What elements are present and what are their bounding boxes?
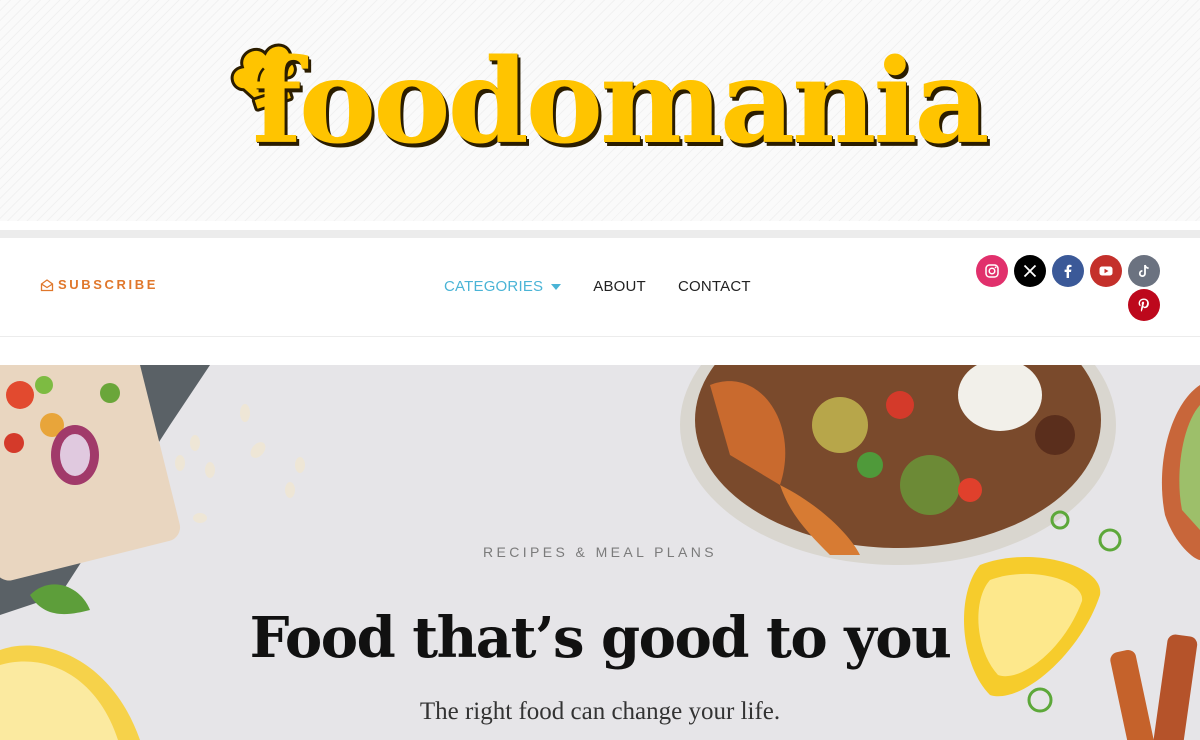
menu: CATEGORIES ABOUT CONTACT (444, 278, 783, 295)
facebook-link[interactable] (1052, 255, 1084, 287)
site-logo[interactable]: foodomania (226, 34, 990, 198)
x-icon (1023, 264, 1037, 278)
facebook-icon (1064, 264, 1072, 278)
instagram-icon (985, 264, 999, 278)
hero-headline: Food that’s good to you (249, 605, 952, 671)
menu-item-categories[interactable]: CATEGORIES (444, 278, 562, 295)
pinterest-link[interactable] (1128, 289, 1160, 321)
menu-item-contact[interactable]: CONTACT (678, 278, 751, 295)
header-divider (0, 230, 1200, 238)
main-navigation: SUBSCRIBE CATEGORIES ABOUT CONTACT (0, 238, 1200, 337)
subscribe-label: SUBSCRIBE (58, 277, 158, 292)
envelope-icon (40, 278, 54, 291)
chevron-down-icon (551, 283, 562, 290)
hero-banner: RECIPES & MEAL PLANS Food that’s good to… (0, 365, 1200, 740)
hero-eyebrow: RECIPES & MEAL PLANS (483, 544, 717, 560)
menu-item-label: CATEGORIES (444, 278, 544, 295)
instagram-link[interactable] (976, 255, 1008, 287)
menu-item-about[interactable]: ABOUT (593, 278, 646, 295)
x-link[interactable] (1014, 255, 1046, 287)
header-banner: foodomania (0, 0, 1200, 221)
youtube-link[interactable] (1090, 255, 1122, 287)
subscribe-link[interactable]: SUBSCRIBE (40, 277, 158, 292)
hero-subline: The right food can change your life. (419, 698, 781, 725)
pinterest-icon (1138, 298, 1149, 312)
tiktok-icon (1138, 264, 1149, 277)
youtube-icon (1099, 266, 1113, 276)
logo-wordmark: foodomania (252, 34, 990, 170)
tiktok-link[interactable] (1128, 255, 1160, 287)
